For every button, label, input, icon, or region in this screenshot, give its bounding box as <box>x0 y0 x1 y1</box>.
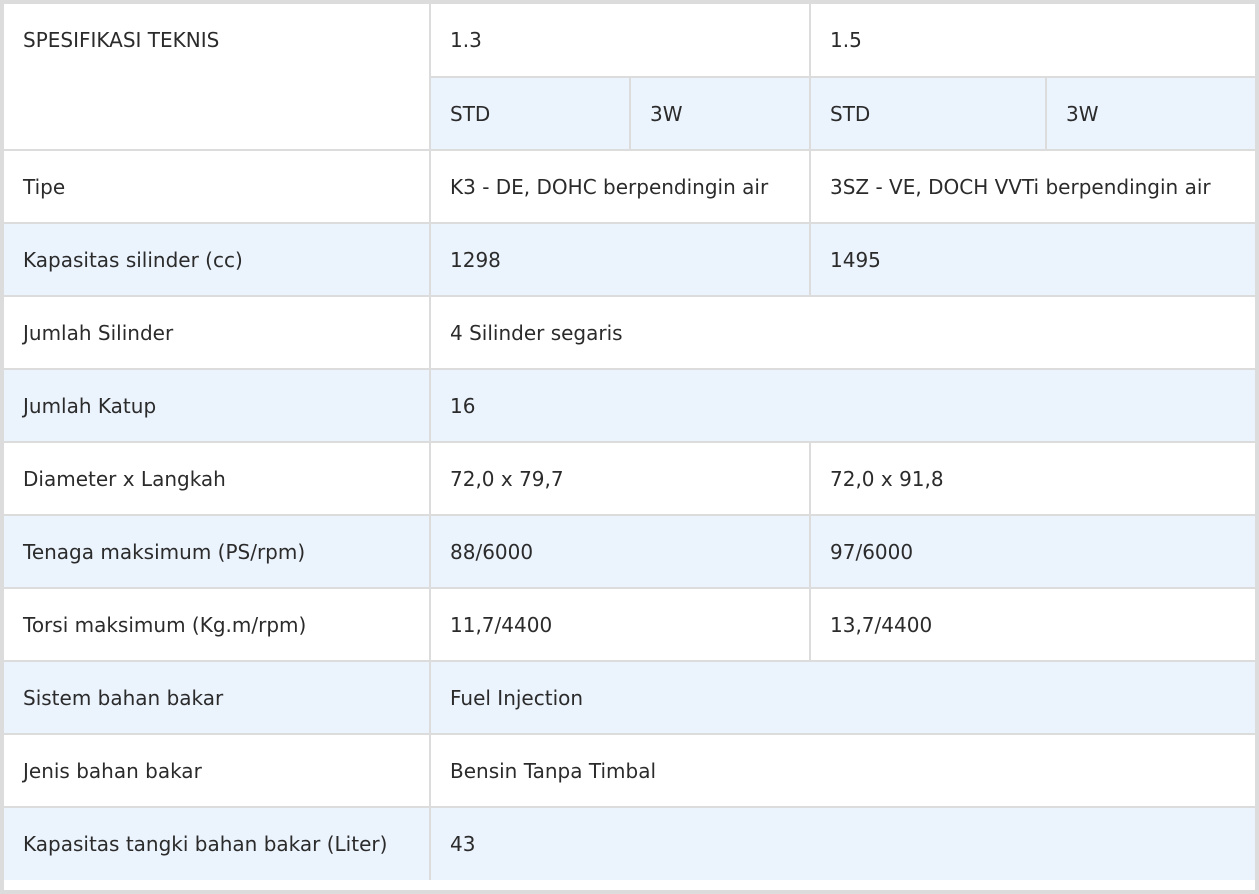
header-engine-1-5: 1.5 <box>809 4 1255 78</box>
header-variant-std-1-5: STD <box>809 76 1047 151</box>
row-value-1-5: 72,0 x 91,8 <box>809 441 1255 516</box>
row-value-1-3: 72,0 x 79,7 <box>429 441 811 516</box>
header-variant-3w-1-3: 3W <box>629 76 811 151</box>
table-row: Jumlah Katup 16 <box>4 368 1255 443</box>
row-label: Tenaga maksimum (PS/rpm) <box>4 514 431 589</box>
row-label: Jumlah Katup <box>4 368 431 443</box>
row-value-all: 4 Silinder segaris <box>429 295 1255 370</box>
row-label: Sistem bahan bakar <box>4 660 431 735</box>
header-title: SPESIFIKASI TEKNIS <box>4 4 431 151</box>
table-row: Torsi maksimum (Kg.m/rpm) 11,7/4400 13,7… <box>4 587 1255 662</box>
row-value-1-3: 1298 <box>429 222 811 297</box>
row-value-1-5: 13,7/4400 <box>809 587 1255 662</box>
table-row: Tenaga maksimum (PS/rpm) 88/6000 97/6000 <box>4 514 1255 589</box>
row-value-1-5: 1495 <box>809 222 1255 297</box>
row-value-all: Fuel Injection <box>429 660 1255 735</box>
table-row: Kapasitas tangki bahan bakar (Liter) 43 <box>4 806 1255 880</box>
table-row: Sistem bahan bakar Fuel Injection <box>4 660 1255 735</box>
header-row-engine: SPESIFIKASI TEKNIS 1.3 1.5 <box>4 4 1255 151</box>
table-row: Tipe K3 - DE, DOHC berpendingin air 3SZ … <box>4 149 1255 224</box>
row-value-1-3: 11,7/4400 <box>429 587 811 662</box>
spec-table: SPESIFIKASI TEKNIS 1.3 1.5 STD 3W STD 3W… <box>4 4 1255 880</box>
row-value-all: 16 <box>429 368 1255 443</box>
row-label: Torsi maksimum (Kg.m/rpm) <box>4 587 431 662</box>
row-label: Jenis bahan bakar <box>4 733 431 808</box>
header-variant-3w-1-5: 3W <box>1045 76 1255 151</box>
table-row: Diameter x Langkah 72,0 x 79,7 72,0 x 91… <box>4 441 1255 516</box>
header-variant-std-1-3: STD <box>430 76 631 151</box>
row-label: Diameter x Langkah <box>4 441 431 516</box>
table-row: Jenis bahan bakar Bensin Tanpa Timbal <box>4 733 1255 808</box>
row-label: Jumlah Silinder <box>4 295 431 370</box>
row-value-1-5: 97/6000 <box>809 514 1255 589</box>
row-label: Kapasitas silinder (cc) <box>4 222 431 297</box>
row-value-1-3: 88/6000 <box>429 514 811 589</box>
row-label: Kapasitas tangki bahan bakar (Liter) <box>4 806 431 880</box>
row-value-all: Bensin Tanpa Timbal <box>429 733 1255 808</box>
row-label: Tipe <box>4 149 431 224</box>
row-value-1-5: 3SZ - VE, DOCH VVTi berpendingin air <box>809 149 1255 224</box>
header-engine-1-3: 1.3 <box>429 4 811 78</box>
row-value-all: 43 <box>429 806 1255 880</box>
table-row: Jumlah Silinder 4 Silinder segaris <box>4 295 1255 370</box>
spec-table-frame: SPESIFIKASI TEKNIS 1.3 1.5 STD 3W STD 3W… <box>0 0 1259 894</box>
table-row: Kapasitas silinder (cc) 1298 1495 <box>4 222 1255 297</box>
row-value-1-3: K3 - DE, DOHC berpendingin air <box>429 149 811 224</box>
